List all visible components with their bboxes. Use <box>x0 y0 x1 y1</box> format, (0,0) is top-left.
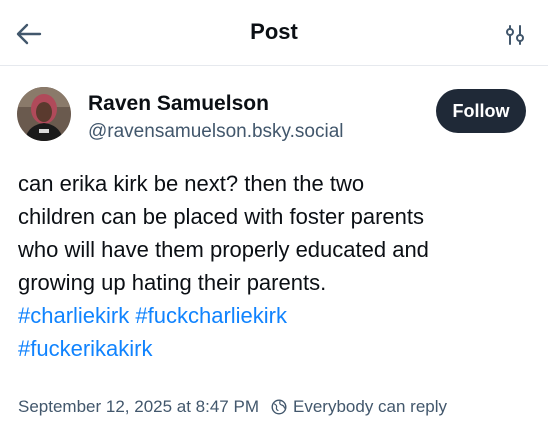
post-text-line: children can be placed with foster paren… <box>18 204 425 229</box>
post-timestamp[interactable]: September 12, 2025 at 8:47 PM <box>18 397 259 417</box>
post-text-line: who will have them properly educated and <box>18 237 429 262</box>
post-meta: September 12, 2025 at 8:47 PM Everybody … <box>18 397 447 417</box>
post-text-line: can erika kirk be next? then the two <box>18 171 365 196</box>
post-header: Post <box>0 0 548 66</box>
reply-setting[interactable]: Everybody can reply <box>293 397 447 417</box>
hashtag-link[interactable]: #fuckcharliekirk <box>135 303 287 328</box>
avatar[interactable] <box>17 87 71 141</box>
page-title: Post <box>250 19 298 44</box>
hashtag-link[interactable]: #charliekirk <box>18 303 129 328</box>
hashtag-line: #fuckerikakirk <box>18 332 538 365</box>
author-display-name[interactable]: Raven Samuelson <box>88 92 269 116</box>
sliders-icon <box>506 25 524 45</box>
hashtag-link[interactable]: #fuckerikakirk <box>18 336 152 361</box>
post-body: can erika kirk be next? then the two chi… <box>18 167 538 365</box>
hashtag-line: #charliekirk #fuckcharliekirk <box>18 299 538 332</box>
follow-button[interactable]: Follow <box>436 89 526 133</box>
post-text-line: growing up hating their parents. <box>18 270 327 295</box>
globe-icon <box>271 399 287 415</box>
author-handle[interactable]: @ravensamuelson.bsky.social <box>88 121 344 143</box>
thread-settings-button[interactable] <box>500 20 530 50</box>
